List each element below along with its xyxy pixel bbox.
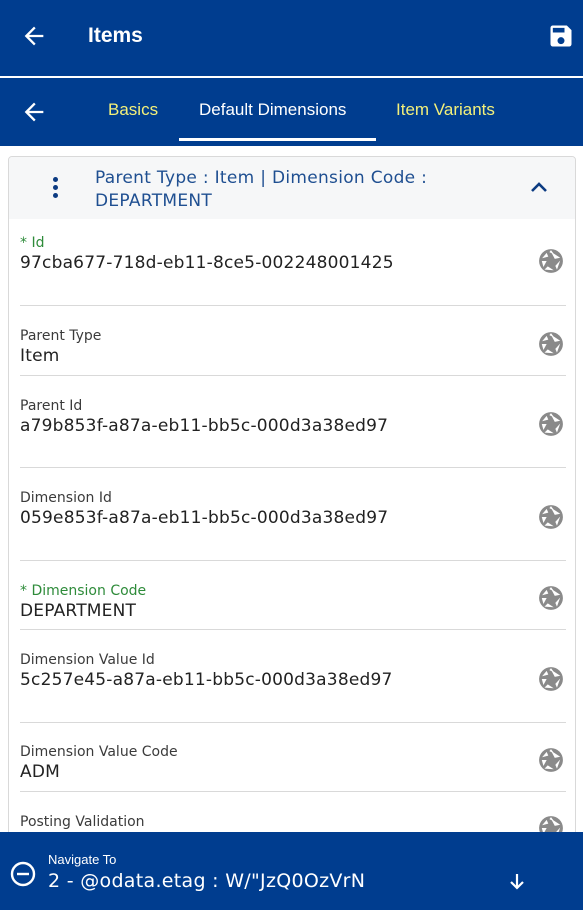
active-tab-indicator <box>179 138 376 141</box>
field-label: Parent Id <box>20 398 83 414</box>
lens-aperture-icon[interactable] <box>538 666 564 692</box>
field-dimension-id[interactable]: Dimension Id 059e853f-a87a-eb11-bb5c-000… <box>20 490 566 529</box>
divider <box>20 791 566 792</box>
field-id[interactable]: * Id 97cba677-718d-eb11-8ce5-00224800142… <box>20 235 566 274</box>
field-value: ADM <box>20 762 60 782</box>
divider <box>20 375 566 376</box>
field-label: Parent Type <box>20 328 102 344</box>
divider <box>20 560 566 561</box>
card-header[interactable]: Parent Type : Item | Dimension Code : DE… <box>9 157 575 219</box>
chevron-up-icon[interactable] <box>530 179 548 195</box>
lens-aperture-icon[interactable] <box>538 331 564 357</box>
field-label: Posting Validation <box>20 814 145 830</box>
arrow-down-icon[interactable] <box>508 872 526 892</box>
field-dimension-value-code[interactable]: Dimension Value Code ADM <box>20 744 566 783</box>
tab-default-dimensions[interactable]: Default Dimensions <box>199 100 346 120</box>
save-icon[interactable] <box>547 22 575 50</box>
divider <box>20 629 566 630</box>
field-label: Dimension Value Code <box>20 744 178 760</box>
field-label: * Dimension Code <box>20 583 147 599</box>
lens-aperture-icon[interactable] <box>538 411 564 437</box>
field-value: 5c257e45-a87a-eb11-bb5c-000d3a38ed97 <box>20 670 393 690</box>
field-parent-id[interactable]: Parent Id a79b853f-a87a-eb11-bb5c-000d3a… <box>20 398 566 437</box>
navigate-to-label: Navigate To <box>48 852 117 867</box>
field-value: 97cba677-718d-eb11-8ce5-002248001425 <box>20 253 394 273</box>
tab-item-variants[interactable]: Item Variants <box>396 100 495 120</box>
field-value: DEPARTMENT <box>20 601 137 621</box>
field-label: Dimension Value Id <box>20 652 155 668</box>
field-value: a79b853f-a87a-eb11-bb5c-000d3a38ed97 <box>20 416 389 436</box>
minus-circle-icon[interactable] <box>10 861 36 887</box>
lens-aperture-icon[interactable] <box>538 747 564 773</box>
kebab-menu-icon[interactable] <box>51 177 59 199</box>
field-value: 059e853f-a87a-eb11-bb5c-000d3a38ed97 <box>20 508 389 528</box>
lens-aperture-icon[interactable] <box>538 248 564 274</box>
divider <box>20 722 566 723</box>
field-posting-validation[interactable]: Posting Validation <box>20 814 566 840</box>
field-label: Dimension Id <box>20 490 112 506</box>
card-title: Parent Type : Item | Dimension Code : DE… <box>95 168 428 211</box>
lens-aperture-icon[interactable] <box>538 504 564 530</box>
field-value: Item <box>20 346 60 366</box>
divider <box>20 305 566 306</box>
navigate-bar[interactable]: Navigate To 2 - @odata.etag : W/"JzQ0OzV… <box>0 832 583 910</box>
page-title: Items <box>88 24 143 47</box>
navigate-to-value[interactable]: 2 - @odata.etag : W/"JzQ0OzVrN <box>48 870 365 892</box>
field-label: * Id <box>20 235 45 251</box>
field-parent-type[interactable]: Parent Type Item <box>20 328 566 367</box>
field-dimension-code[interactable]: * Dimension Code DEPARTMENT <box>20 583 566 622</box>
tab-back-arrow-icon[interactable] <box>20 98 48 126</box>
tab-bar: Basics Default Dimensions Item Variants <box>0 78 583 146</box>
record-card: Parent Type : Item | Dimension Code : DE… <box>8 156 576 856</box>
lens-aperture-icon[interactable] <box>538 585 564 611</box>
back-arrow-icon[interactable] <box>20 22 48 50</box>
app-bar: Items <box>0 0 583 76</box>
divider <box>20 467 566 468</box>
tab-basics[interactable]: Basics <box>108 100 158 120</box>
field-dimension-value-id[interactable]: Dimension Value Id 5c257e45-a87a-eb11-bb… <box>20 652 566 691</box>
